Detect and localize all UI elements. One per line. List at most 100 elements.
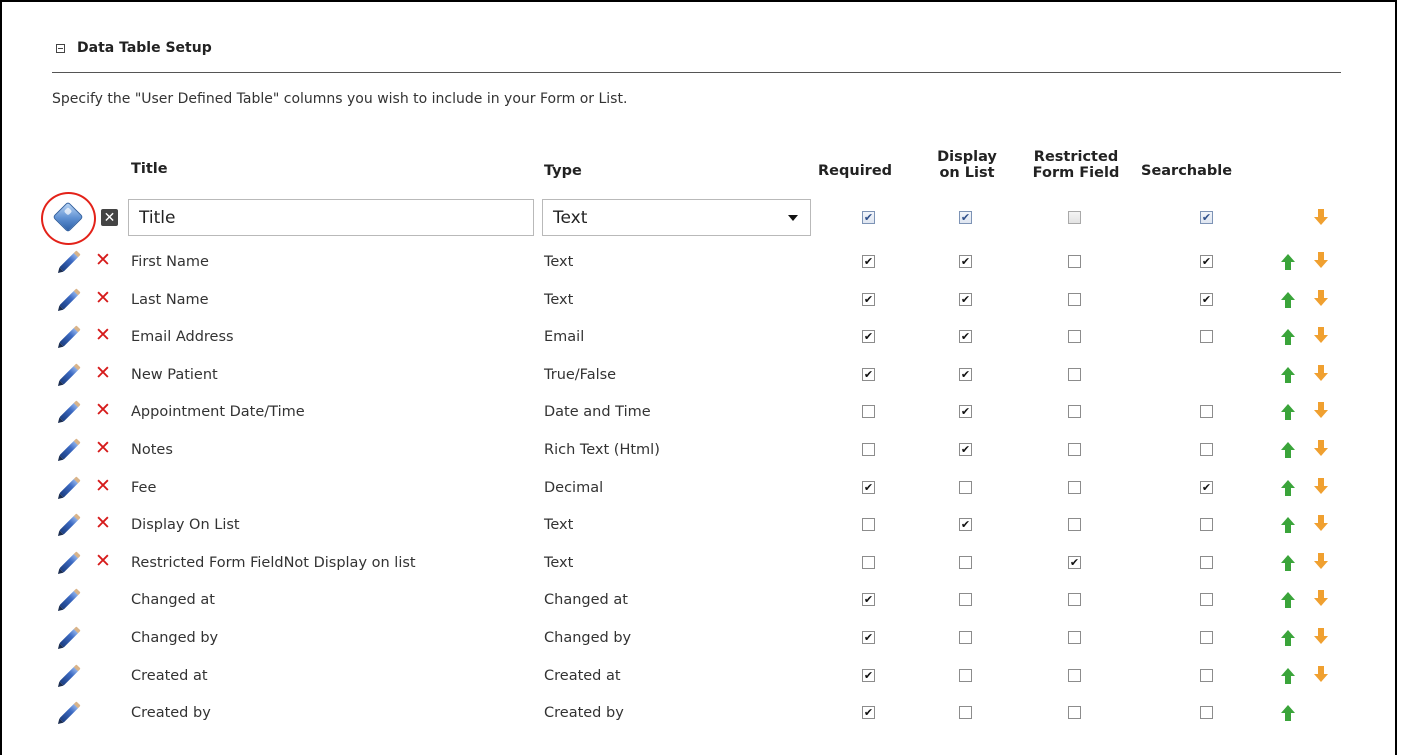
arrow-down-icon[interactable]	[1314, 290, 1328, 306]
edit-restricted-checkbox[interactable]	[1068, 211, 1081, 224]
searchable-checkbox[interactable]	[1200, 706, 1213, 719]
arrow-up-icon[interactable]	[1281, 630, 1295, 646]
delete-x-icon[interactable]: ✕	[95, 364, 111, 383]
display-checkbox[interactable]	[959, 669, 972, 682]
delete-x-icon[interactable]: ✕	[95, 251, 111, 270]
arrow-down-icon[interactable]	[1314, 553, 1328, 569]
arrow-up-icon[interactable]	[1281, 517, 1295, 533]
arrow-up-icon[interactable]	[1281, 480, 1295, 496]
close-icon[interactable]: ✕	[101, 209, 118, 226]
arrow-up-icon[interactable]	[1281, 367, 1295, 383]
required-checkbox[interactable]	[862, 443, 875, 456]
arrow-down-icon[interactable]	[1314, 478, 1328, 494]
display-checkbox[interactable]	[959, 706, 972, 719]
arrow-down-icon[interactable]	[1314, 590, 1328, 606]
edit-searchable-checkbox[interactable]	[1200, 211, 1213, 224]
display-checkbox[interactable]	[959, 368, 972, 381]
pencil-icon[interactable]	[59, 588, 81, 610]
arrow-down-icon[interactable]	[1314, 209, 1328, 225]
arrow-down-icon[interactable]	[1314, 365, 1328, 381]
required-checkbox[interactable]	[862, 631, 875, 644]
required-checkbox[interactable]	[862, 669, 875, 682]
pencil-icon[interactable]	[59, 363, 81, 385]
searchable-checkbox[interactable]	[1200, 669, 1213, 682]
edit-required-checkbox[interactable]	[862, 211, 875, 224]
searchable-checkbox[interactable]	[1200, 330, 1213, 343]
searchable-checkbox[interactable]	[1200, 405, 1213, 418]
arrow-down-icon[interactable]	[1314, 402, 1328, 418]
required-checkbox[interactable]	[862, 481, 875, 494]
required-checkbox[interactable]	[862, 706, 875, 719]
display-checkbox[interactable]	[959, 556, 972, 569]
pencil-icon[interactable]	[59, 476, 81, 498]
arrow-down-icon[interactable]	[1314, 628, 1328, 644]
searchable-checkbox[interactable]	[1200, 293, 1213, 306]
arrow-up-icon[interactable]	[1281, 555, 1295, 571]
arrow-up-icon[interactable]	[1281, 329, 1295, 345]
title-input[interactable]	[128, 199, 534, 236]
required-checkbox[interactable]	[862, 518, 875, 531]
arrow-up-icon[interactable]	[1281, 254, 1295, 270]
edit-display-checkbox[interactable]	[959, 211, 972, 224]
display-checkbox[interactable]	[959, 631, 972, 644]
searchable-checkbox[interactable]	[1200, 481, 1213, 494]
pencil-icon[interactable]	[59, 664, 81, 686]
restricted-checkbox[interactable]	[1068, 368, 1081, 381]
pencil-icon[interactable]	[59, 701, 81, 723]
restricted-checkbox[interactable]	[1068, 330, 1081, 343]
restricted-checkbox[interactable]	[1068, 593, 1081, 606]
delete-x-icon[interactable]: ✕	[95, 477, 111, 496]
arrow-up-icon[interactable]	[1281, 292, 1295, 308]
pencil-icon[interactable]	[59, 400, 81, 422]
required-checkbox[interactable]	[862, 593, 875, 606]
display-checkbox[interactable]	[959, 293, 972, 306]
searchable-checkbox[interactable]	[1200, 631, 1213, 644]
pencil-icon[interactable]	[59, 325, 81, 347]
collapse-minus-icon[interactable]	[56, 43, 65, 53]
restricted-checkbox[interactable]	[1068, 518, 1081, 531]
restricted-checkbox[interactable]	[1068, 405, 1081, 418]
searchable-checkbox[interactable]	[1200, 518, 1213, 531]
arrow-up-icon[interactable]	[1281, 668, 1295, 684]
searchable-checkbox[interactable]	[1200, 255, 1213, 268]
restricted-checkbox[interactable]	[1068, 556, 1081, 569]
required-checkbox[interactable]	[862, 255, 875, 268]
restricted-checkbox[interactable]	[1068, 481, 1081, 494]
delete-x-icon[interactable]: ✕	[95, 439, 111, 458]
pencil-icon[interactable]	[59, 438, 81, 460]
display-checkbox[interactable]	[959, 518, 972, 531]
arrow-down-icon[interactable]	[1314, 440, 1328, 456]
required-checkbox[interactable]	[862, 330, 875, 343]
delete-x-icon[interactable]: ✕	[95, 514, 111, 533]
pencil-icon[interactable]	[59, 551, 81, 573]
restricted-checkbox[interactable]	[1068, 293, 1081, 306]
arrow-up-icon[interactable]	[1281, 442, 1295, 458]
display-checkbox[interactable]	[959, 593, 972, 606]
display-checkbox[interactable]	[959, 481, 972, 494]
restricted-checkbox[interactable]	[1068, 706, 1081, 719]
arrow-up-icon[interactable]	[1281, 404, 1295, 420]
required-checkbox[interactable]	[862, 293, 875, 306]
delete-x-icon[interactable]: ✕	[95, 289, 111, 308]
delete-x-icon[interactable]: ✕	[95, 552, 111, 571]
required-checkbox[interactable]	[862, 405, 875, 418]
arrow-up-icon[interactable]	[1281, 592, 1295, 608]
restricted-checkbox[interactable]	[1068, 443, 1081, 456]
delete-x-icon[interactable]: ✕	[95, 401, 111, 420]
restricted-checkbox[interactable]	[1068, 255, 1081, 268]
searchable-checkbox[interactable]	[1200, 443, 1213, 456]
required-checkbox[interactable]	[862, 556, 875, 569]
type-select[interactable]: Text	[542, 199, 811, 236]
display-checkbox[interactable]	[959, 255, 972, 268]
display-checkbox[interactable]	[959, 330, 972, 343]
required-checkbox[interactable]	[862, 368, 875, 381]
pencil-icon[interactable]	[59, 250, 81, 272]
display-checkbox[interactable]	[959, 405, 972, 418]
searchable-checkbox[interactable]	[1200, 556, 1213, 569]
pencil-icon[interactable]	[59, 626, 81, 648]
searchable-checkbox[interactable]	[1200, 593, 1213, 606]
pencil-icon[interactable]	[59, 288, 81, 310]
restricted-checkbox[interactable]	[1068, 631, 1081, 644]
arrow-up-icon[interactable]	[1281, 705, 1295, 721]
pencil-icon[interactable]	[59, 513, 81, 535]
